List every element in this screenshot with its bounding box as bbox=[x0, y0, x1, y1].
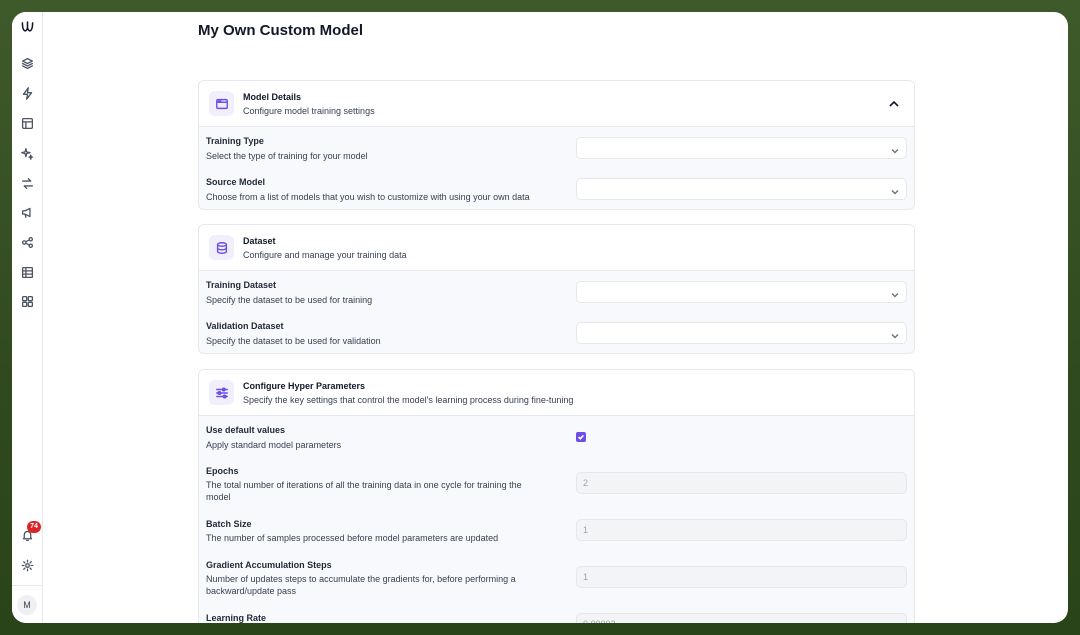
dataset-header[interactable]: Dataset Configure and manage your traini… bbox=[199, 225, 914, 271]
use-default-checkbox[interactable] bbox=[576, 432, 586, 442]
model-details-header[interactable]: Model Details Configure model training s… bbox=[199, 81, 914, 127]
main-content: My Own Custom Model Model Details Config… bbox=[43, 12, 1068, 623]
training-dataset-select[interactable] bbox=[576, 281, 907, 303]
lightning-icon[interactable] bbox=[19, 85, 36, 102]
source-model-desc: Choose from a list of models that you wi… bbox=[206, 192, 530, 202]
gradient-steps-desc: Number of updates steps to accumulate th… bbox=[206, 574, 516, 596]
learning-rate-input[interactable]: 0.00002 bbox=[576, 613, 907, 623]
epochs-desc: The total number of iterations of all th… bbox=[206, 480, 522, 502]
training-dataset-desc: Specify the dataset to be used for train… bbox=[206, 295, 373, 305]
source-model-select[interactable] bbox=[576, 178, 907, 200]
logo-icon[interactable] bbox=[19, 19, 36, 36]
megaphone-icon[interactable] bbox=[19, 204, 36, 221]
chevron-down-icon bbox=[890, 143, 900, 154]
app-window: 74 M My Own Custom Model Model Details C… bbox=[12, 12, 1068, 623]
layout-icon[interactable] bbox=[19, 115, 36, 132]
hyper-parameters-body: Use default values Apply standard model … bbox=[199, 416, 914, 623]
chevron-down-icon bbox=[890, 328, 900, 339]
database-icon bbox=[209, 235, 234, 260]
validation-dataset-select[interactable] bbox=[576, 322, 907, 344]
use-default-desc: Apply standard model parameters bbox=[206, 440, 342, 450]
model-details-card: Model Details Configure model training s… bbox=[198, 80, 915, 210]
sidebar: 74 M bbox=[12, 12, 43, 623]
grid-icon[interactable] bbox=[19, 293, 36, 310]
batch-size-input[interactable]: 1 bbox=[576, 519, 907, 541]
training-dataset-label: Training Dataset bbox=[206, 280, 277, 290]
table-icon[interactable] bbox=[19, 264, 36, 281]
epochs-label: Epochs bbox=[206, 466, 239, 476]
share-icon[interactable] bbox=[19, 234, 36, 251]
dataset-subtitle: Configure and manage your training data bbox=[243, 250, 407, 260]
training-type-select[interactable] bbox=[576, 137, 907, 159]
layers-icon[interactable] bbox=[19, 55, 36, 72]
chevron-up-icon[interactable] bbox=[888, 97, 900, 109]
avatar[interactable]: M bbox=[17, 595, 37, 615]
check-icon bbox=[578, 434, 584, 440]
gradient-steps-label: Gradient Accumulation Steps bbox=[206, 560, 332, 570]
sparkles-icon[interactable] bbox=[19, 145, 36, 162]
validation-dataset-label: Validation Dataset bbox=[206, 321, 284, 331]
chevron-down-icon bbox=[890, 184, 900, 195]
use-default-label: Use default values bbox=[206, 425, 286, 435]
hyper-parameters-card: Configure Hyper Parameters Specify the k… bbox=[198, 369, 915, 623]
notification-badge: 74 bbox=[27, 521, 41, 533]
dataset-title: Dataset bbox=[243, 236, 276, 246]
hyper-parameters-title: Configure Hyper Parameters bbox=[243, 381, 366, 391]
batch-size-desc: The number of samples processed before m… bbox=[206, 533, 499, 543]
sidebar-divider bbox=[12, 585, 43, 586]
learning-rate-label: Learning Rate bbox=[206, 613, 267, 623]
batch-size-label: Batch Size bbox=[206, 519, 252, 529]
epochs-input[interactable]: 2 bbox=[576, 472, 907, 494]
page-title: My Own Custom Model bbox=[198, 22, 363, 39]
settings-icon[interactable] bbox=[19, 557, 36, 574]
hyper-parameters-subtitle: Specify the key settings that control th… bbox=[243, 395, 574, 405]
sliders-icon bbox=[209, 380, 234, 405]
dataset-card: Dataset Configure and manage your traini… bbox=[198, 224, 915, 354]
chevron-down-icon bbox=[890, 287, 900, 298]
hyper-parameters-header[interactable]: Configure Hyper Parameters Specify the k… bbox=[199, 370, 914, 416]
training-type-label: Training Type bbox=[206, 136, 264, 146]
dataset-body: Training Dataset Specify the dataset to … bbox=[199, 271, 914, 353]
training-type-desc: Select the type of training for your mod… bbox=[206, 151, 368, 161]
model-details-subtitle: Configure model training settings bbox=[243, 106, 375, 116]
validation-dataset-desc: Specify the dataset to be used for valid… bbox=[206, 336, 381, 346]
gradient-steps-input[interactable]: 1 bbox=[576, 566, 907, 588]
source-model-label: Source Model bbox=[206, 177, 266, 187]
transfer-icon[interactable] bbox=[19, 175, 36, 192]
model-details-body: Training Type Select the type of trainin… bbox=[199, 127, 914, 209]
window-icon bbox=[209, 91, 234, 116]
model-details-title: Model Details bbox=[243, 92, 302, 102]
